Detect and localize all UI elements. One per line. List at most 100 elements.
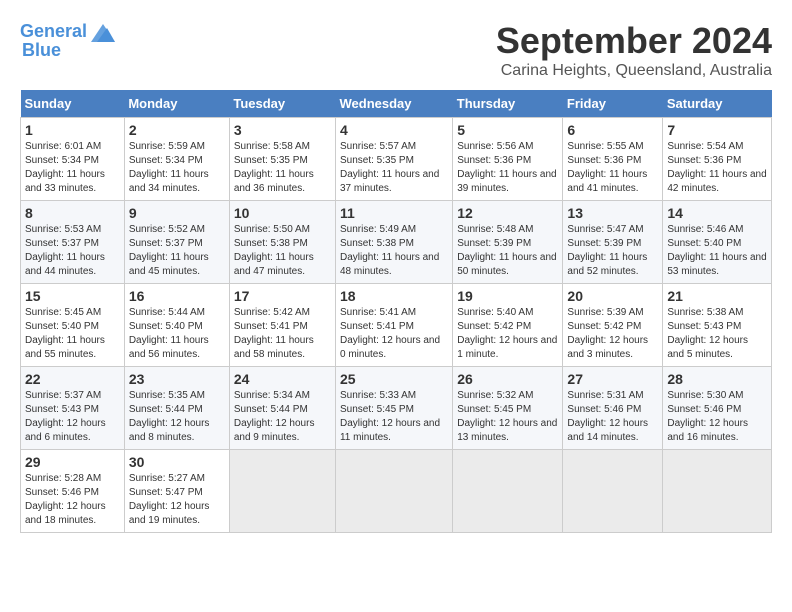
calendar-header-row: SundayMondayTuesdayWednesdayThursdayFrid… bbox=[21, 90, 772, 118]
day-number: 12 bbox=[457, 205, 558, 221]
logo: General Blue bbox=[20, 20, 117, 61]
calendar-cell: 2 Sunrise: 5:59 AMSunset: 5:34 PMDaylight… bbox=[124, 118, 229, 201]
calendar-cell: 9Sunrise: 5:52 AMSunset: 5:37 PMDaylight… bbox=[124, 201, 229, 284]
day-number: 11 bbox=[340, 205, 448, 221]
calendar-cell bbox=[229, 450, 335, 533]
day-info: Sunrise: 6:01 AMSunset: 5:34 PMDaylight:… bbox=[25, 140, 120, 196]
day-info: Sunrise: 5:49 AMSunset: 5:38 PMDaylight:… bbox=[340, 223, 448, 279]
day-info: Sunrise: 5:35 AMSunset: 5:44 PMDaylight:… bbox=[129, 389, 225, 445]
day-info: Sunrise: 5:54 AMSunset: 5:36 PMDaylight:… bbox=[667, 140, 767, 196]
column-header-tuesday: Tuesday bbox=[229, 90, 335, 118]
calendar-cell: 16 Sunrise: 5:44 AMSunset: 5:40 PMDayligh… bbox=[124, 284, 229, 367]
calendar-cell: 30 Sunrise: 5:27 AMSunset: 5:47 PMDayligh… bbox=[124, 450, 229, 533]
calendar-cell: 22 Sunrise: 5:37 AMSunset: 5:43 PMDayligh… bbox=[21, 367, 125, 450]
day-info: Sunrise: 5:44 AMSunset: 5:40 PMDaylight:… bbox=[129, 306, 225, 362]
calendar-cell: 23 Sunrise: 5:35 AMSunset: 5:44 PMDayligh… bbox=[124, 367, 229, 450]
day-number: 2 bbox=[129, 122, 225, 138]
column-header-thursday: Thursday bbox=[453, 90, 563, 118]
day-info: Sunrise: 5:55 AMSunset: 5:36 PMDaylight:… bbox=[567, 140, 658, 196]
day-number: 28 bbox=[667, 371, 767, 387]
column-header-wednesday: Wednesday bbox=[335, 90, 452, 118]
day-number: 24 bbox=[234, 371, 331, 387]
day-number: 20 bbox=[567, 288, 658, 304]
calendar-cell: 14Sunrise: 5:46 AMSunset: 5:40 PMDayligh… bbox=[663, 201, 772, 284]
calendar-cell: 17 Sunrise: 5:42 AMSunset: 5:41 PMDayligh… bbox=[229, 284, 335, 367]
day-number: 23 bbox=[129, 371, 225, 387]
day-info: Sunrise: 5:48 AMSunset: 5:39 PMDaylight:… bbox=[457, 223, 558, 279]
day-info: Sunrise: 5:47 AMSunset: 5:39 PMDaylight:… bbox=[567, 223, 658, 279]
calendar-cell: 20 Sunrise: 5:39 AMSunset: 5:42 PMDayligh… bbox=[563, 284, 663, 367]
day-info: Sunrise: 5:45 AMSunset: 5:40 PMDaylight:… bbox=[25, 306, 120, 362]
day-number: 8 bbox=[25, 205, 120, 221]
calendar-cell: 24 Sunrise: 5:34 AMSunset: 5:44 PMDayligh… bbox=[229, 367, 335, 450]
day-info: Sunrise: 5:58 AMSunset: 5:35 PMDaylight:… bbox=[234, 140, 331, 196]
day-info: Sunrise: 5:59 AMSunset: 5:34 PMDaylight:… bbox=[129, 140, 225, 196]
day-number: 7 bbox=[667, 122, 767, 138]
day-number: 10 bbox=[234, 205, 331, 221]
calendar-cell: 4 Sunrise: 5:57 AMSunset: 5:35 PMDaylight… bbox=[335, 118, 452, 201]
day-number: 5 bbox=[457, 122, 558, 138]
day-number: 6 bbox=[567, 122, 658, 138]
calendar-table: SundayMondayTuesdayWednesdayThursdayFrid… bbox=[20, 90, 772, 533]
day-info: Sunrise: 5:30 AMSunset: 5:46 PMDaylight:… bbox=[667, 389, 767, 445]
day-number: 18 bbox=[340, 288, 448, 304]
day-info: Sunrise: 5:32 AMSunset: 5:45 PMDaylight:… bbox=[457, 389, 558, 445]
calendar-cell: 7 Sunrise: 5:54 AMSunset: 5:36 PMDaylight… bbox=[663, 118, 772, 201]
day-number: 17 bbox=[234, 288, 331, 304]
day-number: 13 bbox=[567, 205, 658, 221]
day-number: 16 bbox=[129, 288, 225, 304]
day-number: 27 bbox=[567, 371, 658, 387]
day-info: Sunrise: 5:33 AMSunset: 5:45 PMDaylight:… bbox=[340, 389, 448, 445]
calendar-row: 22 Sunrise: 5:37 AMSunset: 5:43 PMDayligh… bbox=[21, 367, 772, 450]
day-info: Sunrise: 5:31 AMSunset: 5:46 PMDaylight:… bbox=[567, 389, 658, 445]
calendar-cell: 25 Sunrise: 5:33 AMSunset: 5:45 PMDayligh… bbox=[335, 367, 452, 450]
calendar-row: 1 Sunrise: 6:01 AMSunset: 5:34 PMDaylight… bbox=[21, 118, 772, 201]
day-info: Sunrise: 5:42 AMSunset: 5:41 PMDaylight:… bbox=[234, 306, 331, 362]
day-number: 1 bbox=[25, 122, 120, 138]
calendar-cell: 13 Sunrise: 5:47 AMSunset: 5:39 PMDayligh… bbox=[563, 201, 663, 284]
calendar-cell: 27 Sunrise: 5:31 AMSunset: 5:46 PMDayligh… bbox=[563, 367, 663, 450]
calendar-cell: 21 Sunrise: 5:38 AMSunset: 5:43 PMDayligh… bbox=[663, 284, 772, 367]
day-info: Sunrise: 5:57 AMSunset: 5:35 PMDaylight:… bbox=[340, 140, 448, 196]
day-number: 19 bbox=[457, 288, 558, 304]
day-number: 22 bbox=[25, 371, 120, 387]
column-header-saturday: Saturday bbox=[663, 90, 772, 118]
calendar-cell: 29 Sunrise: 5:28 AMSunset: 5:46 PMDayligh… bbox=[21, 450, 125, 533]
day-info: Sunrise: 5:34 AMSunset: 5:44 PMDaylight:… bbox=[234, 389, 331, 445]
day-info: Sunrise: 5:38 AMSunset: 5:43 PMDaylight:… bbox=[667, 306, 767, 362]
calendar-cell: 19Sunrise: 5:40 AMSunset: 5:42 PMDayligh… bbox=[453, 284, 563, 367]
calendar-cell: 15 Sunrise: 5:45 AMSunset: 5:40 PMDayligh… bbox=[21, 284, 125, 367]
day-number: 30 bbox=[129, 454, 225, 470]
day-number: 26 bbox=[457, 371, 558, 387]
calendar-row: 8Sunrise: 5:53 AMSunset: 5:37 PMDaylight… bbox=[21, 201, 772, 284]
day-info: Sunrise: 5:41 AMSunset: 5:41 PMDaylight:… bbox=[340, 306, 448, 362]
day-number: 15 bbox=[25, 288, 120, 304]
day-number: 25 bbox=[340, 371, 448, 387]
calendar-cell bbox=[563, 450, 663, 533]
column-header-monday: Monday bbox=[124, 90, 229, 118]
title-block: September 2024 Carina Heights, Queenslan… bbox=[496, 20, 772, 80]
calendar-cell bbox=[663, 450, 772, 533]
column-header-sunday: Sunday bbox=[21, 90, 125, 118]
calendar-cell: 26 Sunrise: 5:32 AMSunset: 5:45 PMDayligh… bbox=[453, 367, 563, 450]
location-subtitle: Carina Heights, Queensland, Australia bbox=[496, 62, 772, 80]
day-info: Sunrise: 5:56 AMSunset: 5:36 PMDaylight:… bbox=[457, 140, 558, 196]
day-number: 29 bbox=[25, 454, 120, 470]
day-info: Sunrise: 5:39 AMSunset: 5:42 PMDaylight:… bbox=[567, 306, 658, 362]
calendar-body: 1 Sunrise: 6:01 AMSunset: 5:34 PMDaylight… bbox=[21, 118, 772, 533]
day-number: 21 bbox=[667, 288, 767, 304]
logo-icon bbox=[87, 20, 117, 44]
day-info: Sunrise: 5:27 AMSunset: 5:47 PMDaylight:… bbox=[129, 472, 225, 528]
calendar-cell: 12 Sunrise: 5:48 AMSunset: 5:39 PMDayligh… bbox=[453, 201, 563, 284]
calendar-cell: 6 Sunrise: 5:55 AMSunset: 5:36 PMDaylight… bbox=[563, 118, 663, 201]
calendar-row: 29 Sunrise: 5:28 AMSunset: 5:46 PMDayligh… bbox=[21, 450, 772, 533]
calendar-cell bbox=[453, 450, 563, 533]
day-number: 3 bbox=[234, 122, 331, 138]
column-header-friday: Friday bbox=[563, 90, 663, 118]
day-number: 4 bbox=[340, 122, 448, 138]
calendar-cell: 28 Sunrise: 5:30 AMSunset: 5:46 PMDayligh… bbox=[663, 367, 772, 450]
page-header: General Blue September 2024 Carina Heigh… bbox=[20, 20, 772, 80]
day-info: Sunrise: 5:37 AMSunset: 5:43 PMDaylight:… bbox=[25, 389, 120, 445]
day-info: Sunrise: 5:28 AMSunset: 5:46 PMDaylight:… bbox=[25, 472, 120, 528]
day-info: Sunrise: 5:50 AMSunset: 5:38 PMDaylight:… bbox=[234, 223, 331, 279]
